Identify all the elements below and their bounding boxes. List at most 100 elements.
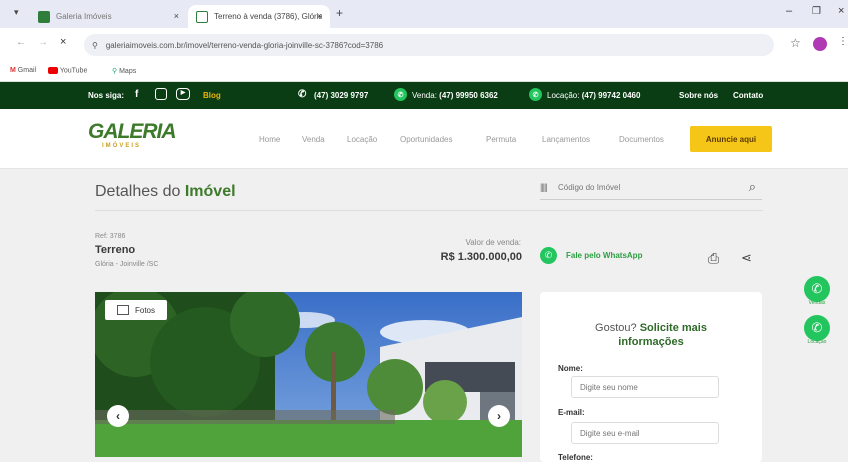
chevron-right-icon: › — [497, 409, 501, 423]
form-heading-bold: Solicite mais — [639, 322, 707, 334]
carousel-prev-button[interactable]: ‹ — [107, 405, 129, 427]
photos-badge[interactable]: Fotos — [105, 300, 167, 320]
whatsapp-icon: ✆ — [804, 315, 830, 341]
bookmark-star-icon[interactable]: ☆ — [790, 36, 801, 50]
nav-lancamentos[interactable]: Lançamentos — [542, 135, 590, 144]
close-tab-icon[interactable]: × — [317, 11, 322, 21]
blog-link[interactable]: Blog — [203, 91, 221, 100]
whatsapp-icon: ✆ — [804, 276, 830, 302]
page-title: Detalhes do Imóvel — [95, 183, 236, 201]
floating-whatsapp-sales[interactable]: ✆ Vendas — [802, 276, 832, 306]
contact-link[interactable]: Contato — [733, 91, 763, 100]
property-location: Glória - Joinville /SC — [95, 261, 159, 268]
youtube-icon[interactable]: ▶ — [176, 88, 190, 100]
form-heading-light: Gostou? — [595, 322, 640, 334]
close-window-icon[interactable]: × — [838, 5, 844, 17]
property-ref: Ref: 3786 — [95, 233, 126, 240]
page-title-prefix: Detalhes do — [95, 183, 185, 200]
sales-label: Venda: — [412, 91, 437, 100]
whatsapp-icon: ✆ — [540, 247, 557, 264]
chevron-left-icon: ‹ — [116, 409, 120, 423]
tab-galeria[interactable]: Galeria Imóveis × — [32, 5, 187, 28]
sales-number: (47) 99950 6362 — [439, 91, 498, 100]
advertise-button[interactable]: Anuncie aqui — [690, 126, 772, 152]
nav-permuta[interactable]: Permuta — [486, 135, 516, 144]
browser-tab-bar: ▾ Galeria Imóveis × Terreno à venda (378… — [0, 0, 848, 28]
image-icon — [116, 305, 129, 315]
galeria-favicon-icon — [196, 10, 208, 23]
property-type: Terreno — [95, 244, 136, 256]
close-tab-icon[interactable]: × — [174, 11, 179, 21]
share-icon[interactable]: ⋖ — [741, 250, 752, 266]
rent-label: Locação: — [547, 91, 580, 100]
floating-whatsapp-rent[interactable]: ✆ Locação — [802, 315, 832, 345]
browser-toolbar: ← → × ⚲ galeriaimoveis.com.br/imovel/ter… — [0, 28, 848, 62]
minimize-icon[interactable]: – — [786, 5, 792, 17]
bookmark-gmail[interactable]: M Gmail — [10, 67, 36, 74]
galeria-favicon-icon — [38, 10, 50, 23]
whatsapp-label: Fale pelo WhatsApp — [566, 251, 643, 260]
stop-icon[interactable]: × — [60, 36, 66, 48]
bookmark-label: Gmail — [17, 67, 37, 74]
instagram-icon[interactable] — [155, 88, 167, 100]
title-divider — [95, 210, 763, 211]
tab-terreno[interactable]: Terreno à venda (3786), Glória × — [188, 5, 330, 28]
main-content: Detalhes do Imóvel ||||| ⌕ Ref: 3786 Ter… — [0, 170, 848, 462]
phone-icon: ✆ — [298, 89, 307, 100]
back-icon[interactable]: ← — [16, 37, 26, 48]
url-text: galeriaimoveis.com.br/imovel/terreno-ven… — [105, 40, 384, 50]
floating-sales-label: Vendas — [808, 300, 826, 306]
maximize-icon[interactable]: ❐ — [812, 6, 821, 17]
whatsapp-icon: ✆ — [394, 88, 407, 101]
name-field[interactable] — [571, 376, 719, 398]
logo-sub: IMÓVEIS — [102, 143, 142, 149]
photo-carousel[interactable]: Fotos ‹ › — [95, 292, 522, 457]
price-label: Valor de venda: — [465, 238, 521, 247]
nav-home[interactable]: Home — [259, 135, 280, 144]
form-heading-bold-2: informações — [618, 336, 684, 348]
nav-locacao[interactable]: Locação — [347, 135, 377, 144]
email-label: E-mail: — [558, 408, 585, 417]
whatsapp-contact-button[interactable]: ✆ Fale pelo WhatsApp — [540, 247, 642, 264]
menu-icon[interactable]: ⋮ — [838, 36, 848, 47]
bookmark-maps[interactable]: ⚲ Maps — [112, 67, 136, 75]
new-tab-icon[interactable]: + — [336, 6, 343, 20]
nav-venda[interactable]: Venda — [302, 135, 325, 144]
print-icon[interactable]: ⎙ — [708, 250, 719, 267]
address-bar[interactable]: ⚲ galeriaimoveis.com.br/imovel/terreno-v… — [84, 34, 774, 56]
advertise-label: Anuncie aqui — [705, 134, 757, 144]
site-top-bar: Nos siga: f ▶ Blog ✆ (47) 3029 9797 ✆ Ve… — [0, 82, 848, 109]
bookmark-youtube[interactable]: YouTube — [48, 67, 87, 74]
tab-label: Terreno à venda (3786), Glória — [214, 12, 322, 21]
about-link[interactable]: Sobre nós — [679, 91, 718, 100]
property-code-search: ||||| ⌕ — [540, 176, 762, 200]
profile-avatar[interactable] — [813, 37, 827, 51]
carousel-next-button[interactable]: › — [488, 405, 510, 427]
site-header: GALERIA IMÓVEIS Home Venda Locação Oport… — [0, 109, 848, 169]
contact-form-card: Gostou? Solicite mais informações Nome: … — [540, 292, 762, 462]
property-code-input[interactable] — [558, 178, 728, 196]
maps-pin-icon: ⚲ — [112, 68, 118, 75]
page-title-bold: Imóvel — [184, 183, 236, 200]
sales-phone[interactable]: Venda: (47) 99950 6362 — [412, 91, 498, 100]
floating-rent-label: Locação — [807, 339, 827, 345]
gmail-icon: M — [10, 67, 16, 74]
facebook-icon[interactable]: f — [135, 89, 138, 100]
name-label: Nome: — [558, 364, 583, 373]
tab-label: Galeria Imóveis — [56, 12, 112, 21]
nav-documentos[interactable]: Documentos — [619, 135, 664, 144]
galeria-logo[interactable]: GALERIA IMÓVEIS — [88, 121, 177, 161]
forward-icon[interactable]: → — [38, 37, 48, 48]
tab-list-chevron-icon[interactable]: ▾ — [14, 7, 19, 18]
youtube-icon — [48, 67, 58, 74]
email-field[interactable] — [571, 422, 719, 444]
search-icon[interactable]: ⌕ — [749, 179, 756, 195]
property-price: R$ 1.300.000,00 — [440, 251, 522, 263]
follow-label: Nos siga: — [88, 91, 125, 100]
bookmark-label: YouTube — [59, 67, 88, 75]
bookmarks-bar: M Gmail YouTube ⚲ Maps — [0, 62, 848, 82]
nav-oportunidades[interactable]: Oportunidades — [400, 135, 452, 144]
rent-phone[interactable]: Locação: (47) 99742 0460 — [547, 91, 640, 100]
main-phone[interactable]: (47) 3029 9797 — [314, 91, 368, 100]
site-info-icon[interactable]: ⚲ — [92, 41, 98, 50]
